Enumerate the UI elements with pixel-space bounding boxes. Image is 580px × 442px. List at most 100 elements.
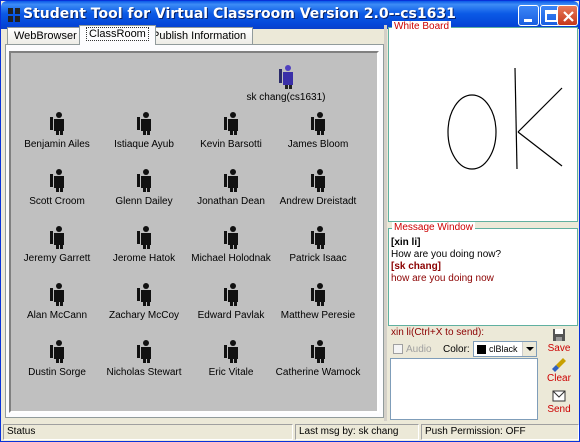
student-seat[interactable]: Scott Croom xyxy=(11,168,107,207)
student-seat[interactable]: Benjamin Ailes xyxy=(11,111,107,150)
student-icon xyxy=(224,340,238,363)
student-seat[interactable]: Eric Vitale xyxy=(181,339,281,378)
save-button[interactable]: Save xyxy=(542,327,576,357)
status-text: Status xyxy=(3,424,293,440)
student-icon xyxy=(50,226,64,249)
color-value: clBlack xyxy=(489,344,518,354)
color-select[interactable]: clBlack xyxy=(473,341,537,357)
last-message-status: Last msg by: sk chang xyxy=(295,424,419,440)
compose-label: xin li(Ctrl+X to send): xyxy=(391,327,485,338)
student-icon xyxy=(137,226,151,249)
message-sender: [xin li] xyxy=(391,237,421,248)
teacher-name: sk chang(cs1631) xyxy=(246,92,326,103)
student-icon xyxy=(224,169,238,192)
tab-publish-label: Publish Information xyxy=(152,30,247,42)
status-bar: Status Last msg by: sk chang Push Permis… xyxy=(3,422,579,441)
student-name: Zachary McCoy xyxy=(108,310,179,321)
tab-classroom[interactable]: ClassRoom xyxy=(79,25,156,45)
student-icon xyxy=(137,112,151,135)
message-sender: [sk chang] xyxy=(391,261,442,272)
message-input[interactable] xyxy=(390,358,538,420)
whiteboard-canvas[interactable] xyxy=(389,28,577,221)
push-permission-status: Push Permission: OFF xyxy=(421,424,579,440)
student-icon xyxy=(224,226,238,249)
message-window-label: Message Window xyxy=(392,222,475,234)
student-seat[interactable]: Kevin Barsotti xyxy=(181,111,281,150)
student-seat[interactable]: Nicholas Stewart xyxy=(94,339,194,378)
send-label: Send xyxy=(547,404,571,415)
student-icon xyxy=(311,340,325,363)
student-seat[interactable]: Matthew Peresie xyxy=(268,282,368,321)
student-seat[interactable]: Jeremy Garrett xyxy=(11,225,107,264)
message-text: how are you doing now xyxy=(391,273,494,284)
student-name: Catherine Wamock xyxy=(275,367,361,378)
student-seat[interactable]: Michael Holodnak xyxy=(181,225,281,264)
window-title: Student Tool for Virtual Classroom Versi… xyxy=(23,6,456,22)
color-swatch xyxy=(477,345,486,354)
dropdown-arrow-icon[interactable] xyxy=(522,342,536,356)
clear-button[interactable]: Clear xyxy=(542,357,576,387)
student-seat[interactable]: Alan McCann xyxy=(11,282,107,321)
student-name: Nicholas Stewart xyxy=(106,367,182,378)
student-seat[interactable]: James Bloom xyxy=(268,111,368,150)
student-seat[interactable]: Edward Pavlak xyxy=(181,282,281,321)
close-icon xyxy=(563,11,574,22)
message-text: How are you doing now? xyxy=(391,249,502,260)
student-seat[interactable]: Istiaque Ayub xyxy=(94,111,194,150)
student-icon xyxy=(311,226,325,249)
close-button[interactable] xyxy=(557,5,578,26)
send-button[interactable]: Send xyxy=(542,388,576,418)
student-icon xyxy=(137,283,151,306)
student-name: Benjamin Ailes xyxy=(24,139,90,150)
student-name: Glenn Dailey xyxy=(115,196,173,207)
student-seat[interactable]: Jerome Hatok xyxy=(94,225,194,264)
student-seat[interactable]: Jonathan Dean xyxy=(181,168,281,207)
student-icon xyxy=(311,283,325,306)
teacher-seat[interactable]: sk chang(cs1631) xyxy=(231,63,341,103)
student-seat[interactable]: Catherine Wamock xyxy=(268,339,368,378)
message-window[interactable]: Message Window [xin li] How are you doin… xyxy=(388,222,578,326)
audio-label: Audio xyxy=(406,344,432,355)
student-icon xyxy=(50,169,64,192)
whiteboard-panel[interactable]: White Board xyxy=(388,21,578,222)
student-icon xyxy=(50,340,64,363)
student-name: Edward Pavlak xyxy=(197,310,265,321)
student-seat[interactable]: Zachary McCoy xyxy=(94,282,194,321)
student-seat[interactable]: Patrick Isaac xyxy=(268,225,368,264)
student-name: Michael Holodnak xyxy=(191,253,271,264)
color-label: Color: xyxy=(443,344,470,355)
student-name: Dustin Sorge xyxy=(28,367,86,378)
audio-checkbox[interactable] xyxy=(393,344,403,354)
student-name: Eric Vitale xyxy=(208,367,254,378)
app-icon xyxy=(8,8,20,22)
student-name: Scott Croom xyxy=(29,196,85,207)
student-icon xyxy=(137,340,151,363)
app-window: Student Tool for Virtual Classroom Versi… xyxy=(0,0,580,442)
student-name: Andrew Dreistadt xyxy=(279,196,357,207)
compose-options: Audio Color: clBlack xyxy=(391,340,539,358)
save-icon xyxy=(553,329,565,341)
student-icon xyxy=(137,169,151,192)
vertical-splitter[interactable] xyxy=(384,25,387,421)
tab-webbrowser[interactable]: WebBrowser xyxy=(7,27,84,45)
brush-icon xyxy=(552,358,566,372)
teacher-icon xyxy=(279,65,293,89)
student-seat[interactable]: Glenn Dailey xyxy=(94,168,194,207)
whiteboard-label: White Board xyxy=(392,21,452,33)
minimize-button[interactable] xyxy=(518,5,539,26)
tab-publish-information[interactable]: Publish Information xyxy=(145,27,254,45)
student-icon xyxy=(311,169,325,192)
student-seat[interactable]: Andrew Dreistadt xyxy=(268,168,368,207)
student-name: Jerome Hatok xyxy=(112,253,176,264)
student-name: Alan McCann xyxy=(26,310,88,321)
minimize-icon xyxy=(524,19,532,22)
student-icon xyxy=(50,283,64,306)
student-name: Kevin Barsotti xyxy=(200,139,262,150)
send-icon xyxy=(552,390,566,402)
student-seat[interactable]: Dustin Sorge xyxy=(11,339,107,378)
message-log[interactable]: [xin li] How are you doing now? [sk chan… xyxy=(391,237,575,323)
student-name: Jeremy Garrett xyxy=(23,253,91,264)
student-name: James Bloom xyxy=(287,139,349,150)
student-icon xyxy=(311,112,325,135)
student-icon xyxy=(224,112,238,135)
